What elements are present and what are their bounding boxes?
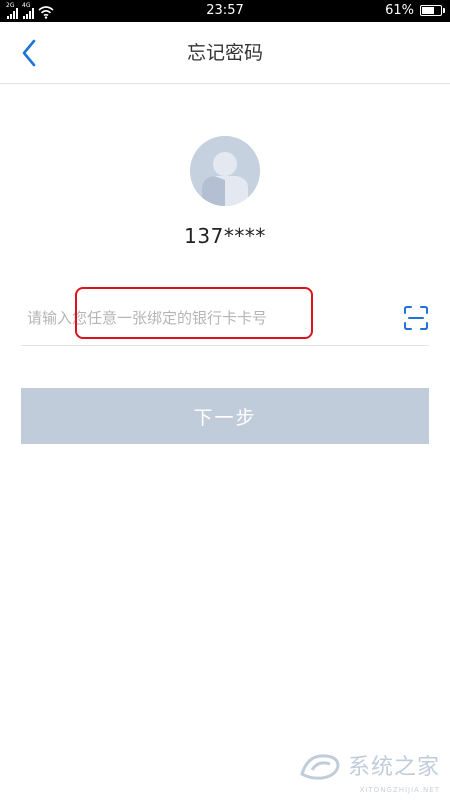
card-number-row xyxy=(21,287,429,346)
next-step-button[interactable]: 下一步 xyxy=(21,388,429,444)
watermark-subtext: XITONGZHIJIA.NET xyxy=(359,786,440,794)
masked-phone-number: 137**** xyxy=(184,224,266,248)
watermark-logo-icon xyxy=(300,754,340,780)
forgot-password-screen: 2G 4G 23:57 61% 忘记密码 137**** 请输入您任意一张绑定的… xyxy=(0,0,450,800)
card-number-input[interactable] xyxy=(27,302,367,334)
status-right: 61% xyxy=(385,3,445,18)
back-button[interactable] xyxy=(12,36,46,70)
status-bar: 2G 4G 23:57 61% xyxy=(0,0,450,22)
status-time: 23:57 xyxy=(206,3,244,18)
battery-fill xyxy=(422,7,435,14)
scan-icon xyxy=(404,306,428,330)
watermark: 系统之家 XITONGZHIJIA.NET xyxy=(298,748,440,794)
watermark-text: 系统之家 xyxy=(347,755,440,780)
chevron-left-icon xyxy=(22,39,36,67)
page-title: 忘记密码 xyxy=(186,42,263,64)
battery-icon xyxy=(420,5,445,16)
scan-card-button[interactable] xyxy=(403,305,429,331)
nav-bar: 忘记密码 xyxy=(0,22,450,84)
user-avatar-icon xyxy=(190,136,260,206)
battery-percent: 61% xyxy=(385,3,414,18)
